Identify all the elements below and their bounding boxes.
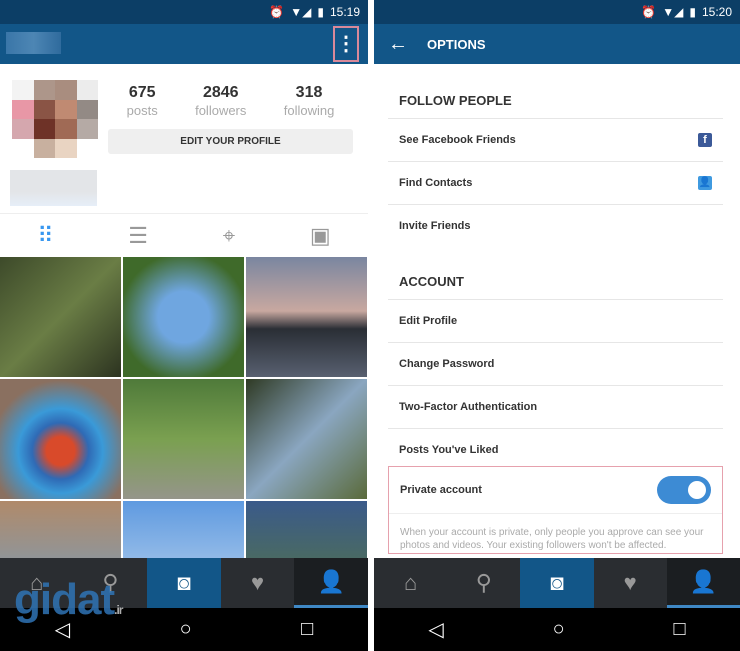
account-section: ACCOUNT Edit Profile Change Password Two… — [388, 264, 723, 471]
watermark-logo: gidat.ir — [14, 575, 123, 624]
username-blurred — [6, 32, 61, 54]
following-count: 318 — [295, 84, 323, 101]
row-label: Private account — [400, 484, 482, 496]
row-label: Posts You've Liked — [399, 444, 499, 456]
edit-profile-button[interactable]: EDIT YOUR PROFILE — [108, 129, 353, 154]
battery-icon: ▮ — [689, 5, 696, 19]
alarm-icon: ⏰ — [269, 5, 285, 19]
photo-thumbnail[interactable] — [123, 379, 244, 499]
grid-view-icon[interactable]: ⠿ — [37, 223, 53, 249]
recents-icon[interactable]: □ — [673, 618, 685, 641]
profile-header: ⋮ — [0, 24, 368, 64]
see-facebook-friends[interactable]: See Facebook Friends f — [388, 118, 723, 161]
home-circle-icon[interactable]: ○ — [553, 618, 565, 641]
back-icon[interactable]: ◁ — [428, 617, 443, 642]
row-label: Change Password — [399, 358, 495, 370]
section-header: FOLLOW PEOPLE — [399, 93, 512, 108]
followers-label: followers — [195, 103, 247, 118]
profile-icon[interactable]: 👤 — [294, 558, 368, 608]
status-bar: ⏰ ▼◢ ▮ 15:20 — [374, 0, 740, 24]
row-label: See Facebook Friends — [399, 134, 516, 146]
posts-stat[interactable]: 675 posts — [127, 84, 158, 120]
alarm-icon: ⏰ — [641, 5, 657, 19]
back-arrow-icon[interactable]: ← — [388, 33, 408, 56]
activity-icon[interactable]: ♥ — [594, 558, 667, 608]
photo-thumbnail[interactable] — [246, 257, 367, 377]
activity-icon[interactable]: ♥ — [221, 558, 295, 608]
follow-people-section: FOLLOW PEOPLE See Facebook Friends f Find… — [388, 83, 723, 247]
followers-count: 2846 — [202, 84, 239, 101]
home-circle-icon[interactable]: ○ — [180, 618, 192, 641]
row-label: Find Contacts — [399, 177, 473, 189]
section-header: ACCOUNT — [399, 274, 464, 289]
home-icon[interactable]: ⌂ — [374, 558, 447, 608]
search-icon[interactable]: ⚲ — [447, 558, 520, 608]
profile-screen: ⏰ ▼◢ ▮ 15:19 ⋮ 675 posts 2846 followers 318 fo… — [0, 0, 368, 651]
following-label: following — [283, 103, 335, 118]
options-header: ← OPTIONS — [374, 24, 740, 64]
system-nav: ◁ ○ □ — [374, 608, 740, 651]
clock: 15:20 — [701, 5, 732, 19]
options-screen: ⏰ ▼◢ ▮ 15:20 ← OPTIONS FOLLOW PEOPLE See Fa… — [374, 0, 740, 651]
photo-thumbnail[interactable] — [0, 257, 121, 377]
recents-icon[interactable]: □ — [301, 618, 313, 641]
more-options-button[interactable]: ⋮ — [333, 26, 359, 62]
avatar[interactable] — [12, 80, 98, 158]
private-account-description: When your account is private, only peopl… — [389, 513, 722, 564]
posts-count: 675 — [128, 84, 156, 101]
bottom-nav: ⌂ ⚲ ◙ ♥ 👤 — [374, 558, 740, 608]
facebook-icon: f — [698, 133, 712, 147]
page-title: OPTIONS — [427, 36, 486, 52]
camera-icon[interactable]: ◙ — [147, 558, 221, 608]
camera-icon[interactable]: ◙ — [520, 558, 594, 608]
profile-view-tabs: ⠿ ☰ ⌖ ▣ — [0, 213, 368, 257]
invite-friends[interactable]: Invite Friends — [388, 204, 723, 247]
edit-profile[interactable]: Edit Profile — [388, 299, 723, 342]
wifi-icon: ▼◢ — [662, 5, 684, 19]
profile-icon[interactable]: 👤 — [666, 558, 740, 608]
two-factor-auth[interactable]: Two-Factor Authentication — [388, 385, 723, 428]
posts-liked[interactable]: Posts You've Liked — [388, 428, 723, 471]
profile-stats: 675 posts 2846 followers 318 following — [108, 84, 353, 120]
status-bar: ⏰ ▼◢ ▮ 15:19 — [0, 0, 368, 24]
following-stat[interactable]: 318 following — [284, 84, 335, 120]
location-pin-icon[interactable]: ⌖ — [223, 223, 235, 249]
row-label: Invite Friends — [399, 220, 471, 232]
tagged-photos-icon[interactable]: ▣ — [310, 223, 331, 249]
followers-stat[interactable]: 2846 followers — [195, 84, 246, 120]
row-label: Two-Factor Authentication — [399, 401, 538, 413]
find-contacts[interactable]: Find Contacts 👤 — [388, 161, 723, 204]
list-view-icon[interactable]: ☰ — [128, 223, 148, 249]
contacts-icon: 👤 — [698, 176, 712, 190]
photo-thumbnail[interactable] — [246, 379, 367, 499]
private-account-row: Private account — [389, 467, 722, 513]
row-label: Edit Profile — [399, 315, 458, 327]
private-account-highlight: Private account When your account is pri… — [388, 466, 723, 554]
private-account-toggle[interactable] — [657, 476, 711, 504]
clock: 15:19 — [329, 5, 360, 19]
photo-thumbnail[interactable] — [0, 379, 121, 499]
battery-icon: ▮ — [317, 5, 324, 19]
posts-label: posts — [126, 103, 158, 118]
photo-thumbnail[interactable] — [123, 257, 244, 377]
fullname-blurred — [10, 170, 97, 206]
wifi-icon: ▼◢ — [290, 5, 312, 19]
change-password[interactable]: Change Password — [388, 342, 723, 385]
